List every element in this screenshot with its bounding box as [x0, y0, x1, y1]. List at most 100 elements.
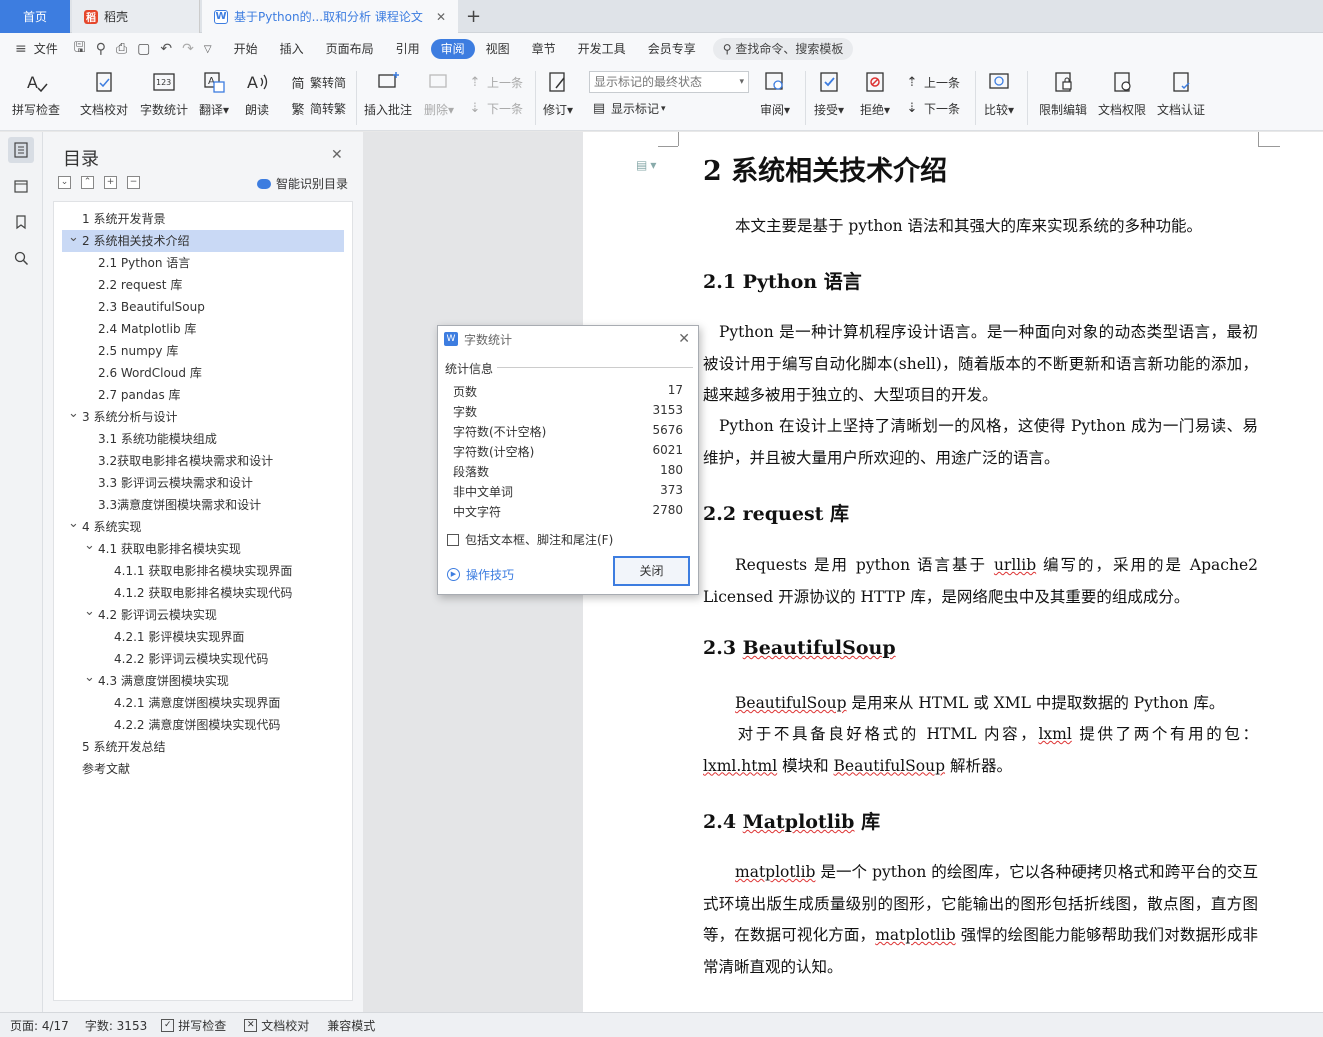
show-markup-button[interactable]: ▤ 显示标记 ▾	[591, 100, 666, 117]
simp-to-trad-button[interactable]: 繁简转繁	[290, 100, 346, 118]
toc-item[interactable]: 3.3 影评词云模块需求和设计	[54, 472, 352, 494]
toc-item[interactable]: 3.1 系统功能模块组成	[54, 428, 352, 450]
menu-file[interactable]: 文件	[32, 39, 69, 59]
toc-item[interactable]: 3.2获取电影排名模块需求和设计	[54, 450, 352, 472]
toc-item[interactable]: 参考文献	[54, 758, 352, 780]
ribbon-review: A 拼写检查 文档校对 123 字数统计 A 翻译▾ A 朗读 简繁转简 繁简转…	[0, 65, 1323, 131]
print-icon[interactable]: ⎙	[111, 41, 132, 57]
chevron-down-icon[interactable]: ⌄	[68, 513, 79, 535]
toc-item[interactable]: ⌄ 3 系统分析与设计	[54, 406, 352, 428]
doc-permission-button[interactable]: 文档权限	[1098, 69, 1146, 118]
chevron-down-icon[interactable]: ⌄	[84, 601, 95, 623]
word-count-indicator[interactable]: 字数: 3153	[85, 1017, 147, 1034]
track-changes-button[interactable]: 修订▾	[543, 69, 573, 118]
toc-item[interactable]: ⌄ 4.3 满意度饼图模块实现	[54, 670, 352, 692]
command-search[interactable]: ⚲ 查找命令、搜索模板	[712, 38, 854, 60]
menu-layout[interactable]: 页面布局	[315, 39, 385, 59]
new-tab-icon[interactable]: +	[466, 6, 481, 27]
menu-member[interactable]: 会员专享	[637, 39, 707, 59]
paragraph-menu-icon[interactable]: ▤ ▾	[636, 158, 656, 173]
prev-comment-button[interactable]: ⇡ 上一条	[467, 74, 523, 91]
next-comment-button[interactable]: ⇣ 下一条	[467, 100, 523, 117]
toc-item[interactable]: 4.1.1 获取电影排名模块实现界面	[54, 560, 352, 582]
format-painter-icon[interactable]: ⚲	[91, 41, 111, 57]
close-icon[interactable]: ✕	[331, 147, 343, 163]
bookmark-icon[interactable]	[8, 209, 34, 235]
read-aloud-button[interactable]: A 朗读	[245, 69, 269, 118]
doccheck-button[interactable]: 文档校对	[80, 69, 128, 118]
proofread-status[interactable]: ✕ 文档校对	[244, 1017, 309, 1034]
tab-document[interactable]: W 基于Python的...取和分析 课程论文 ✕	[202, 0, 458, 33]
dialog-title-bar[interactable]: W 字数统计	[438, 326, 698, 352]
close-button[interactable]: 关闭	[613, 556, 690, 586]
menu-view[interactable]: 视图	[475, 39, 521, 59]
toc-item[interactable]: ⌄ 2 系统相关技术介绍	[62, 230, 344, 252]
prev-change-button[interactable]: ⇡ 上一条	[904, 74, 960, 91]
restrict-editing-button[interactable]: 限制编辑	[1039, 69, 1087, 118]
toc-item[interactable]: 4.1.2 获取电影排名模块实现代码	[54, 582, 352, 604]
close-icon[interactable]: ✕	[678, 331, 690, 347]
toc-item[interactable]: ⌄ 4 系统实现	[54, 516, 352, 538]
save-icon[interactable]: 🖫	[69, 37, 91, 61]
add-heading-icon[interactable]: +	[104, 176, 117, 189]
toc-item[interactable]: 2.1 Python 语言	[54, 252, 352, 274]
toc-item[interactable]: ⌄ 4.2 影评词云模块实现	[54, 604, 352, 626]
print-preview-icon[interactable]: ▢	[132, 41, 155, 57]
chevron-down-icon[interactable]: ⌄	[68, 227, 79, 249]
delete-comment-button[interactable]: 删除▾	[424, 69, 454, 118]
accept-button[interactable]: 接受▾	[814, 69, 844, 118]
reject-button[interactable]: 拒绝▾	[860, 69, 890, 118]
insert-comment-button[interactable]: 插入批注	[364, 69, 412, 118]
toc-item[interactable]: 2.2 request 库	[54, 274, 352, 296]
toc-item[interactable]: 2.3 BeautifulSoup	[54, 296, 352, 318]
compare-button[interactable]: 比较▾	[984, 69, 1014, 118]
spellcheck-button[interactable]: A 拼写检查	[12, 69, 60, 118]
tab-home[interactable]: 首页	[0, 0, 70, 33]
hamburger-icon[interactable]: ≡	[10, 41, 32, 57]
search-icon[interactable]	[8, 245, 34, 271]
menu-start[interactable]: 开始	[223, 39, 269, 59]
chevron-down-icon[interactable]: ⌄	[84, 535, 95, 557]
chapter-nav-icon[interactable]	[8, 173, 34, 199]
toc-panel-icon[interactable]	[8, 137, 34, 163]
toc-item[interactable]: 1 系统开发背景	[54, 208, 352, 230]
smart-toc-button[interactable]: 智能识别目录	[257, 175, 348, 192]
page-indicator[interactable]: 页面: 4/17	[10, 1017, 69, 1034]
redo-icon[interactable]: ↷	[177, 41, 199, 57]
toc-item[interactable]: 5 系统开发总结	[54, 736, 352, 758]
expand-all-icon[interactable]: ⌄	[58, 176, 71, 189]
menu-references[interactable]: 引用	[385, 39, 431, 59]
toc-item[interactable]: 2.7 pandas 库	[54, 384, 352, 406]
doc-certify-button[interactable]: 文档认证	[1157, 69, 1205, 118]
undo-icon[interactable]: ↶	[155, 41, 177, 57]
wordcount-button[interactable]: 123 字数统计	[140, 69, 188, 118]
trad-to-simp-button[interactable]: 简繁转简	[290, 74, 346, 92]
translate-button[interactable]: A 翻译▾	[199, 69, 229, 118]
chevron-down-icon[interactable]: ⌄	[68, 403, 79, 425]
tab-daoke[interactable]: 稻 稻壳	[72, 0, 200, 33]
toc-item[interactable]: ⌄ 4.1 获取电影排名模块实现	[54, 538, 352, 560]
menu-devtools[interactable]: 开发工具	[567, 39, 637, 59]
markup-mode-select[interactable]: 显示标记的最终状态 ▾	[589, 71, 749, 93]
menu-chapter[interactable]: 章节	[521, 39, 567, 59]
chevron-down-icon[interactable]: ⌄	[84, 667, 95, 689]
review-pane-button[interactable]: 审阅▾	[760, 69, 790, 118]
toc-item[interactable]: 2.6 WordCloud 库	[54, 362, 352, 384]
toc-item[interactable]: 3.3满意度饼图模块需求和设计	[54, 494, 352, 516]
toc-item[interactable]: 4.2.1 满意度饼图模块实现界面	[54, 692, 352, 714]
spellcheck-status[interactable]: ✓ 拼写检查	[161, 1017, 226, 1034]
next-change-button[interactable]: ⇣ 下一条	[904, 100, 960, 117]
toc-item[interactable]: 2.5 numpy 库	[54, 340, 352, 362]
tab-close-icon[interactable]: ✕	[436, 10, 446, 24]
menu-review[interactable]: 审阅	[430, 39, 475, 59]
toc-item[interactable]: 4.2.2 影评词云模块实现代码	[54, 648, 352, 670]
collapse-all-icon[interactable]: ⌃	[81, 176, 94, 189]
toc-item[interactable]: 2.4 Matplotlib 库	[54, 318, 352, 340]
menu-insert[interactable]: 插入	[269, 39, 315, 59]
include-textbox-checkbox[interactable]: 包括文本框、脚注和尾注(F)	[447, 531, 613, 548]
toc-item[interactable]: 4.2.2 满意度饼图模块实现代码	[54, 714, 352, 736]
toc-item[interactable]: 4.2.1 影评模块实现界面	[54, 626, 352, 648]
quick-access-dropdown-icon[interactable]: ▽	[199, 44, 217, 55]
tips-link[interactable]: ▶ 操作技巧	[447, 566, 514, 583]
remove-heading-icon[interactable]: −	[127, 176, 140, 189]
